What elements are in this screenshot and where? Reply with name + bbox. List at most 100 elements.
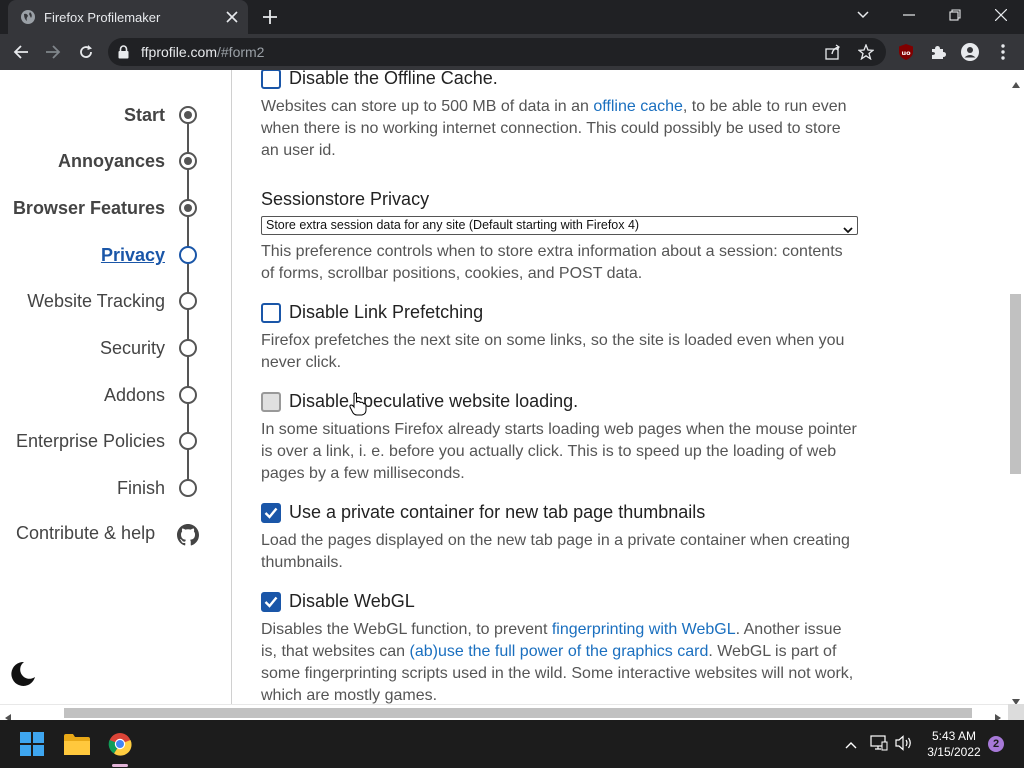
- profile-avatar-icon[interactable]: [955, 37, 985, 67]
- sidebar-item-privacy[interactable]: Privacy: [0, 240, 232, 270]
- speculative-loading-checkbox[interactable]: [261, 391, 281, 412]
- sidebar-item-security[interactable]: Security: [0, 333, 232, 363]
- ublock-origin-icon[interactable]: uo: [891, 37, 921, 67]
- reload-button[interactable]: [71, 37, 101, 67]
- sidebar-item-browser-features[interactable]: Browser Features: [0, 193, 232, 223]
- file-explorer-icon[interactable]: [61, 728, 93, 760]
- privacy-settings-form: Disable the Offline Cache. Websites can …: [261, 70, 861, 704]
- step-pending-icon: [179, 432, 197, 450]
- forward-button[interactable]: [38, 37, 68, 67]
- svg-text:uo: uo: [901, 49, 911, 57]
- close-window-button[interactable]: [978, 0, 1024, 30]
- sidebar-item-annoyances[interactable]: Annoyances: [0, 146, 232, 176]
- contribute-help-link[interactable]: Contribute & help: [16, 523, 155, 544]
- speculative-loading-option[interactable]: Disable speculative website loading.: [261, 391, 578, 412]
- extensions-puzzle-icon[interactable]: [923, 37, 953, 67]
- sidebar-item-label: Privacy: [100, 245, 165, 265]
- private-container-option[interactable]: Use a private container for new tab page…: [261, 502, 705, 523]
- github-icon[interactable]: [177, 524, 199, 551]
- page-viewport: Start Annoyances Browser Features Privac…: [0, 70, 1008, 704]
- sessionstore-selected-value: Store extra session data for any site (D…: [266, 218, 640, 232]
- offline-cache-option[interactable]: Disable the Offline Cache.: [261, 70, 498, 89]
- new-tab-button[interactable]: [256, 4, 284, 30]
- vertical-scrollbar[interactable]: [1008, 70, 1024, 705]
- back-button[interactable]: [6, 37, 36, 67]
- link-prefetch-checkbox[interactable]: [261, 302, 281, 323]
- windows-start-icon[interactable]: [16, 728, 48, 760]
- step-current-icon: [179, 246, 197, 264]
- tab-close-icon[interactable]: [218, 3, 246, 31]
- checkmark-icon: [264, 596, 278, 608]
- minimize-button[interactable]: [886, 0, 932, 30]
- url-text: ffprofile.com/#form2: [141, 44, 265, 60]
- sessionstore-select[interactable]: Store extra session data for any site (D…: [261, 216, 858, 235]
- scrollbar-corner: [1008, 704, 1024, 720]
- graphics-card-abuse-link[interactable]: (ab)use the full power of the graphics c…: [410, 643, 709, 660]
- webgl-option[interactable]: Disable WebGL: [261, 591, 415, 612]
- lock-icon[interactable]: [118, 45, 129, 64]
- chevron-down-icon: [843, 222, 853, 239]
- chrome-taskbar-icon[interactable]: [104, 728, 136, 760]
- sidebar-item-addons[interactable]: Addons: [0, 380, 232, 410]
- tab-search-chevron-icon[interactable]: [840, 0, 886, 30]
- step-complete-icon: [179, 199, 197, 217]
- sidebar-item-label: Website Tracking: [27, 291, 165, 311]
- checkmark-icon: [264, 507, 278, 519]
- private-container-description: Load the pages displayed on the new tab …: [261, 532, 850, 571]
- step-pending-icon: [179, 479, 197, 497]
- sidebar-item-label: Browser Features: [12, 198, 165, 218]
- sessionstore-description: This preference controls when to store e…: [261, 243, 843, 282]
- sidebar-item-label: Enterprise Policies: [15, 431, 165, 451]
- tab-title: Firefox Profilemaker: [44, 9, 161, 25]
- taskbar-clock[interactable]: 5:43 AM 3/15/2022: [918, 728, 990, 760]
- step-complete-icon: [179, 152, 197, 170]
- webgl-label: Disable WebGL: [289, 591, 415, 611]
- vertical-scroll-thumb[interactable]: [1010, 294, 1021, 474]
- horizontal-scrollbar[interactable]: [0, 704, 1008, 722]
- sidebar-item-label: Annoyances: [57, 151, 165, 171]
- active-app-indicator: [112, 764, 128, 767]
- browser-toolbar: ffprofile.com/#form2 uo: [0, 34, 1024, 70]
- windows-taskbar: 5:43 AM 3/15/2022 2: [0, 720, 1024, 768]
- tray-chevron-up-icon[interactable]: [845, 736, 857, 754]
- bookmark-star-icon[interactable]: [855, 41, 877, 63]
- scroll-up-arrow-icon[interactable]: [1012, 75, 1020, 93]
- step-pending-icon: [179, 339, 197, 357]
- sessionstore-title: Sessionstore Privacy: [261, 189, 430, 209]
- link-prefetch-label: Disable Link Prefetching: [289, 302, 484, 322]
- notification-badge[interactable]: 2: [988, 736, 1004, 752]
- globe-icon: [20, 9, 36, 25]
- webgl-checkbox[interactable]: [261, 591, 281, 612]
- link-prefetch-option[interactable]: Disable Link Prefetching: [261, 302, 483, 323]
- offline-cache-checkbox[interactable]: [261, 70, 281, 89]
- sidebar-item-finish[interactable]: Finish: [0, 473, 232, 503]
- sidebar-item-label: Finish: [116, 478, 165, 498]
- private-container-checkbox[interactable]: [261, 502, 281, 523]
- offline-cache-label: Disable the Offline Cache.: [289, 70, 498, 88]
- hand-pointer-cursor-icon: [349, 392, 367, 421]
- offline-cache-link[interactable]: offline cache: [593, 98, 683, 115]
- browser-menu-icon[interactable]: [988, 37, 1018, 67]
- sidebar-item-label: Security: [99, 338, 165, 358]
- network-icon[interactable]: [870, 735, 888, 756]
- browser-tab[interactable]: Firefox Profilemaker: [8, 0, 248, 34]
- sidebar-item-website-tracking[interactable]: Website Tracking: [0, 286, 232, 316]
- clock-time: 5:43 AM: [931, 729, 977, 743]
- webgl-description: Disables the WebGL function, to prevent …: [261, 621, 854, 704]
- speculative-loading-description: In some situations Firefox already start…: [261, 421, 857, 482]
- step-complete-icon: [179, 106, 197, 124]
- sidebar-item-enterprise-policies[interactable]: Enterprise Policies: [0, 426, 232, 456]
- fingerprinting-webgl-link[interactable]: fingerprinting with WebGL: [552, 621, 736, 638]
- restore-button[interactable]: [932, 0, 978, 30]
- horizontal-scroll-thumb[interactable]: [64, 708, 972, 718]
- wizard-sidebar: Start Annoyances Browser Features Privac…: [0, 70, 232, 704]
- step-pending-icon: [179, 386, 197, 404]
- sidebar-item-label: Start: [123, 105, 165, 125]
- sidebar-item-start[interactable]: Start: [0, 100, 232, 130]
- sidebar-item-label: Addons: [103, 385, 165, 405]
- address-bar[interactable]: ffprofile.com/#form2: [108, 38, 886, 66]
- share-icon[interactable]: [822, 41, 844, 63]
- volume-icon[interactable]: [895, 735, 913, 756]
- browser-tab-strip: Firefox Profilemaker: [0, 0, 1024, 34]
- dark-mode-moon-icon[interactable]: [10, 661, 36, 692]
